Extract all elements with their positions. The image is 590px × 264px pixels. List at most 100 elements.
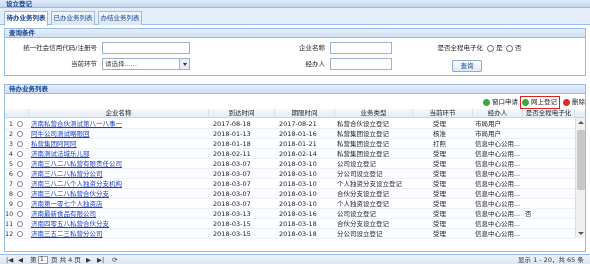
full-electronic-label: 是否全程电子化 <box>437 44 484 52</box>
table-row[interactable]: 10 济南最新食品有限公司 2018-03-13 2018-03-16 公司设立登记 受理… <box>5 209 575 219</box>
cell-handler: 信息中心公用... <box>475 220 521 228</box>
search-button[interactable]: 查询 <box>452 60 482 72</box>
table-row[interactable]: 11 济南四零五八私营合伙分支 2018-03-15 2018-03-18 合伙分支设立… <box>5 219 575 229</box>
table-row[interactable]: 2 阿牛公司测试略限回 2018-01-13 2018-01-16 私营集团设立登记 核准… <box>5 129 575 139</box>
cell-electronic <box>525 159 573 169</box>
cell-company-name[interactable]: 济南第一零七个人独资店 <box>31 199 207 209</box>
cell-arrive-time: 2018-03-07 <box>213 170 251 178</box>
full-electronic-yes-radio[interactable] <box>487 45 494 52</box>
cell-company-name[interactable]: 济南三八二八私营合伙分支 <box>31 189 207 199</box>
tab-pending[interactable]: 待办业务列表 <box>4 11 48 26</box>
handler-input[interactable] <box>330 58 392 70</box>
grid-scrollbar[interactable] <box>575 118 585 238</box>
cell-deadline: 2018-01-16 <box>279 130 317 138</box>
scroll-thumb[interactable] <box>577 130 585 190</box>
cell-company-name[interactable]: 阿牛公司测试略限回 <box>31 129 207 139</box>
pager-summary: 显示 1 - 20，共 65 条 <box>518 256 584 264</box>
table-row[interactable]: 9 济南第一零七个人独资店 2018-03-07 2018-03-10 个人独资设立登记… <box>5 199 575 209</box>
handler-label: 经办人 <box>305 60 326 68</box>
row-number: 6 <box>8 170 13 178</box>
scroll-up-icon[interactable] <box>576 118 586 127</box>
row-select-radio[interactable] <box>17 131 23 137</box>
cell-company-name[interactable]: 济南三八二八个人独资分支机构 <box>31 179 207 189</box>
row-number: 11 <box>5 220 13 228</box>
prev-page-icon[interactable]: ◀ <box>18 255 23 264</box>
cell-stage: 受理 <box>433 200 446 208</box>
cell-business-type: 分公司设立登记 <box>337 170 383 178</box>
row-select-radio[interactable] <box>17 141 23 147</box>
table-row[interactable]: 3 私营集团阿阿阿 2018-01-18 2018-01-21 私营集团设立登记 打照 信息… <box>5 139 575 149</box>
cell-company-name[interactable]: 济南三五二三私营分公司 <box>31 229 207 239</box>
cell-company-name[interactable]: 济南三八二八私营分公司 <box>31 169 207 179</box>
online-register-label: 网上登记 <box>531 98 557 106</box>
row-select-radio[interactable] <box>17 231 23 237</box>
cell-handler: 信息中心公用... <box>475 180 521 188</box>
table-row[interactable]: 6 济南三八二八私营分公司 2018-03-07 2018-03-10 分公司设立登记 受… <box>5 169 575 179</box>
header-company-name[interactable]: 企业名称 <box>29 109 209 118</box>
cell-electronic <box>525 219 573 229</box>
query-panel-header: 查询条件 <box>5 29 585 38</box>
table-row[interactable]: 8 济南三八二八私营合伙分支 2018-03-07 2018-03-10 合伙分支设立登… <box>5 189 575 199</box>
full-electronic-yes-label: 是 <box>496 44 503 52</box>
refresh-icon[interactable]: ⟳ <box>112 255 117 264</box>
cell-deadline: 2018-02-14 <box>279 150 317 158</box>
company-name-input[interactable] <box>330 42 392 54</box>
last-page-icon[interactable]: ▶| <box>97 255 104 264</box>
cell-stage: 受理 <box>433 170 446 178</box>
window-title-bar: 设立登记 <box>0 0 590 8</box>
row-select-radio[interactable] <box>17 201 23 207</box>
row-select-radio[interactable] <box>17 221 23 227</box>
header-stage[interactable]: 当前环节 <box>413 109 473 118</box>
cell-arrive-time: 2018-01-18 <box>213 140 251 148</box>
stage-select[interactable]: 请选择...... <box>102 58 190 70</box>
table-row[interactable]: 7 济南三八二八个人独资分支机构 2018-03-07 2018-03-10 个人独资分… <box>5 179 575 189</box>
chevron-down-icon[interactable] <box>179 59 189 69</box>
header-handler[interactable]: 经办人 <box>473 109 523 118</box>
cell-stage: 受理 <box>433 190 446 198</box>
credit-code-input[interactable] <box>102 42 190 54</box>
row-select-radio[interactable] <box>17 171 23 177</box>
cell-deadline: 2018-03-18 <box>279 230 317 238</box>
cell-company-name[interactable]: 济南四零五八私营合伙分支 <box>31 219 207 229</box>
row-select-radio[interactable] <box>17 191 23 197</box>
cell-company-name[interactable]: 济南测试法城乐儿部 <box>31 149 207 159</box>
page-number-input[interactable]: 1 <box>38 256 48 264</box>
table-row[interactable]: 1 济南私营合伙测试第八一八事一 2017-08-18 2017-08-21 私营合伙设… <box>5 119 575 129</box>
header-business-type[interactable]: 业务类型 <box>335 109 413 118</box>
window-apply-button[interactable]: 窗口申请 <box>483 97 518 108</box>
tab-done[interactable]: 已办业务列表 <box>51 11 95 25</box>
row-select-radio[interactable] <box>17 161 23 167</box>
row-select-radio[interactable] <box>17 151 23 157</box>
cell-company-name[interactable]: 私营集团阿阿阿 <box>31 139 207 149</box>
cell-handler: 市局用户 <box>475 120 501 128</box>
tab-finished[interactable]: 办结业务列表 <box>98 11 142 25</box>
credit-code-label: 统一社会信用代码/注册号 <box>23 44 97 52</box>
cell-electronic: 否 <box>525 210 532 218</box>
cell-handler: 信息中心公用... <box>475 200 521 208</box>
cell-company-name[interactable]: 济南最新食品有限公司 <box>31 209 207 219</box>
scroll-down-icon[interactable] <box>576 229 586 238</box>
next-page-icon[interactable]: ▶ <box>86 255 91 264</box>
row-select-radio[interactable] <box>17 211 23 217</box>
cell-company-name[interactable]: 济南三八二八私营有限责任公司 <box>31 159 207 169</box>
delete-label: 删除 <box>572 98 585 106</box>
header-deadline[interactable]: 期限时间 <box>275 109 335 118</box>
delete-button[interactable]: 删除 <box>563 97 585 108</box>
table-row[interactable]: 12 济南三五二三私营分公司 2018-03-15 2018-03-18 分公司设立登记… <box>5 229 575 239</box>
stage-label: 当前环节 <box>71 60 97 68</box>
full-electronic-no-radio[interactable] <box>506 45 513 52</box>
cell-electronic <box>525 149 573 159</box>
first-page-icon[interactable]: |◀ <box>6 255 13 264</box>
table-row[interactable]: 4 济南测试法城乐儿部 2018-02-11 2018-02-14 私营集团设立登记 受理… <box>5 149 575 159</box>
cell-business-type: 公司设立登记 <box>337 160 376 168</box>
cell-arrive-time: 2018-02-11 <box>213 150 251 158</box>
row-select-radio[interactable] <box>17 121 23 127</box>
table-row[interactable]: 5 济南三八二八私营有限责任公司 2018-03-07 2018-03-10 公司设立登… <box>5 159 575 169</box>
header-arrive-time[interactable]: 到达时间 <box>209 109 275 118</box>
online-register-button[interactable]: 网上登记 <box>520 96 560 109</box>
row-select-radio[interactable] <box>17 181 23 187</box>
header-electronic[interactable]: 是否全程电子化 <box>523 109 575 118</box>
cell-company-name[interactable]: 济南私营合伙测试第八一八事一 <box>31 119 207 129</box>
cell-handler: 信息中心公用... <box>475 160 521 168</box>
cell-arrive-time: 2017-08-18 <box>213 120 251 128</box>
